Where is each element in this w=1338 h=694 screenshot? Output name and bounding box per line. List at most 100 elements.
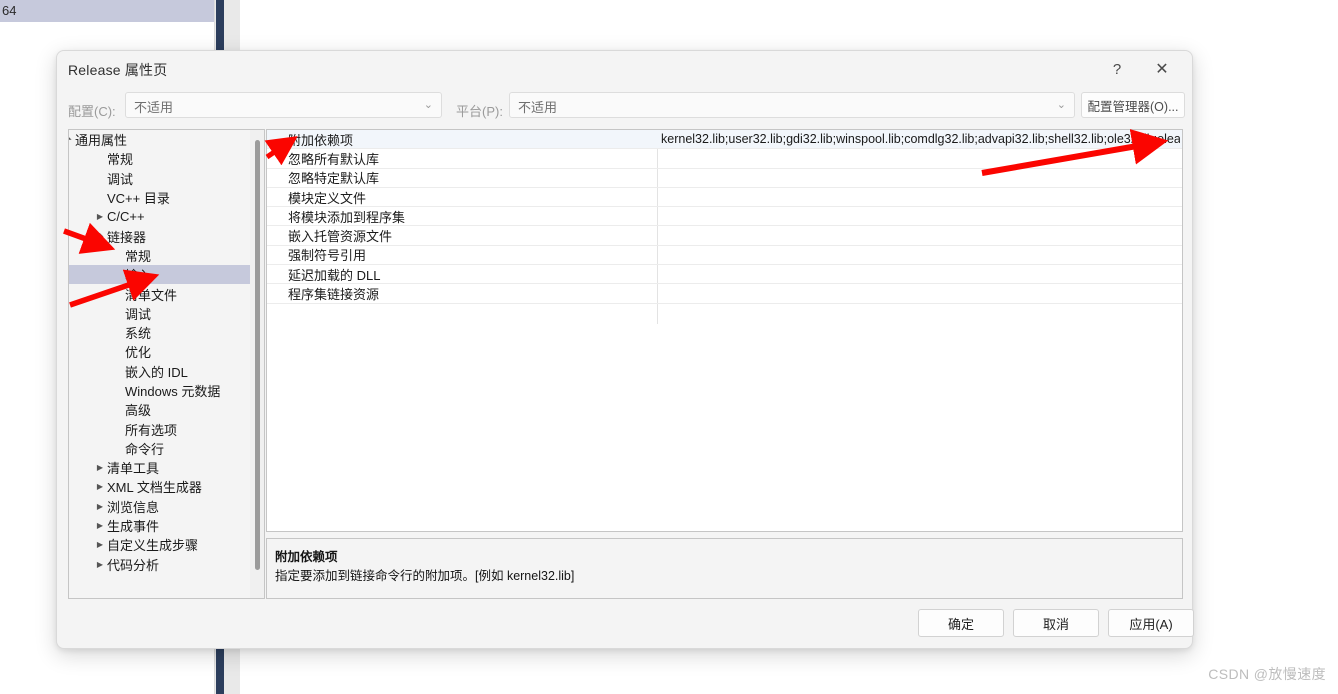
tree-item-label: 命令行: [125, 441, 165, 457]
tree-item[interactable]: 调试: [69, 169, 264, 188]
ok-button[interactable]: 确定: [918, 609, 1004, 637]
property-grid-row[interactable]: 程序集链接资源: [267, 284, 1182, 304]
tree-item[interactable]: ▶ C/C++: [69, 207, 264, 226]
tree-item-label: 自定义生成步骤: [107, 538, 199, 554]
tree-item-label: 高级: [125, 403, 152, 419]
tree-item-label: 优化: [125, 345, 152, 361]
tree-item-label: 常规: [107, 152, 134, 168]
chevron-right-icon[interactable]: ▶: [93, 555, 107, 574]
tree-item[interactable]: ▶ 代码分析: [69, 555, 264, 574]
configuration-dropdown[interactable]: 不适用 ⌄: [125, 92, 442, 118]
tree-item[interactable]: 输入: [69, 265, 264, 285]
tree-item[interactable]: ▶ XML 文档生成器: [69, 477, 264, 496]
tree-item[interactable]: ◢ 链接器: [69, 226, 264, 245]
property-tree-panel: ◢ 通用属性 常规 调试 VC++ 目录 ▶ C/C++ ◢ 链接器 常规 输入 清单文件 调试 系统 优化…: [68, 129, 265, 599]
tree-item[interactable]: ◢ 通用属性: [69, 130, 264, 149]
configuration-label: 配置(C):: [68, 104, 116, 119]
tree-item[interactable]: 所有选项: [69, 419, 264, 438]
property-name: 将模块添加到程序集: [288, 209, 406, 225]
description-text: 指定要添加到链接命令行的附加项。[例如 kernel32.lib]: [275, 569, 575, 583]
chevron-right-icon[interactable]: ▶: [93, 207, 107, 226]
chevron-right-icon[interactable]: ▶: [93, 477, 107, 496]
close-icon[interactable]: ✕: [1142, 55, 1182, 83]
tree-item[interactable]: 命令行: [69, 439, 264, 458]
chevron-right-icon[interactable]: ▶: [93, 497, 107, 516]
property-name: 忽略特定默认库: [288, 171, 380, 187]
tree-item[interactable]: 常规: [69, 149, 264, 168]
dialog-titlebar: Release 属性页 ? ✕: [57, 51, 1192, 87]
tree-item-label: 所有选项: [125, 422, 178, 438]
property-tree-list: ◢ 通用属性 常规 调试 VC++ 目录 ▶ C/C++ ◢ 链接器 常规 输入 清单文件 调试 系统 优化…: [69, 130, 264, 574]
property-name: 程序集链接资源: [288, 287, 380, 303]
tree-item[interactable]: VC++ 目录: [69, 188, 264, 207]
tree-item-label: 清单文件: [125, 287, 178, 303]
tree-item-label: 浏览信息: [107, 499, 160, 515]
tree-item[interactable]: 常规: [69, 246, 264, 265]
tree-item-label: 输入: [125, 268, 152, 284]
tree-item[interactable]: ▶ 清单工具: [69, 458, 264, 477]
tree-item[interactable]: ▶ 生成事件: [69, 516, 264, 535]
property-grid: 附加依赖项 kernel32.lib;user32.lib;gdi32.lib;w…: [266, 129, 1183, 532]
tree-item[interactable]: 高级: [69, 400, 264, 419]
property-name: 强制符号引用: [288, 248, 367, 264]
tree-item[interactable]: ▶ 浏览信息: [69, 497, 264, 516]
configuration-manager-button[interactable]: 配置管理器(O)...: [1081, 92, 1185, 118]
property-name: 附加依赖项: [288, 132, 354, 148]
property-grid-row[interactable]: 忽略特定默认库: [267, 169, 1182, 188]
property-grid-row[interactable]: 附加依赖项 kernel32.lib;user32.lib;gdi32.lib;w…: [267, 130, 1182, 150]
chevron-right-icon[interactable]: ▶: [93, 516, 107, 535]
chevron-right-icon[interactable]: ▶: [93, 535, 107, 554]
tree-scrollbar-track[interactable]: [250, 130, 264, 598]
property-name: 延迟加载的 DLL: [288, 267, 381, 283]
property-pages-dialog: Release 属性页 ? ✕ 配置(C): 不适用 ⌄ 平台(P): 不适用 …: [56, 50, 1194, 649]
tree-item-label: 代码分析: [107, 557, 160, 573]
tree-item-label: Windows 元数据: [125, 384, 221, 399]
configuration-row: 配置(C): 不适用 ⌄ 平台(P): 不适用 ⌄ 配置管理器(O)...: [57, 89, 1192, 129]
tree-item-label: 常规: [125, 248, 152, 264]
configuration-value: 不适用: [134, 100, 174, 115]
tree-item[interactable]: 清单文件: [69, 284, 264, 303]
chevron-down-icon: ⌄: [1056, 99, 1066, 111]
tree-item-label: 清单工具: [107, 461, 160, 477]
apply-button[interactable]: 应用(A): [1108, 609, 1194, 637]
description-title: 附加依赖项: [275, 550, 338, 564]
tree-item[interactable]: 嵌入的 IDL: [69, 362, 264, 381]
tree-item[interactable]: 优化: [69, 342, 264, 361]
tree-item-label: 链接器: [107, 229, 147, 245]
platform-label: 平台(P):: [456, 104, 503, 119]
help-icon[interactable]: ?: [1097, 55, 1137, 83]
chevron-right-icon[interactable]: ▶: [93, 458, 107, 477]
tree-item-label: 通用属性: [75, 133, 128, 149]
dialog-title: Release 属性页: [68, 62, 168, 78]
tree-item[interactable]: Windows 元数据: [69, 381, 264, 400]
property-grid-row[interactable]: 嵌入托管资源文件: [267, 226, 1182, 246]
tree-item-label: 嵌入的 IDL: [125, 364, 188, 380]
platform-value: 不适用: [518, 100, 558, 115]
tree-item-label: 系统: [125, 326, 152, 342]
tree-item-label: 调试: [125, 306, 152, 322]
tree-item-label: C/C++: [107, 209, 145, 225]
property-grid-row[interactable]: 将模块添加到程序集: [267, 207, 1182, 227]
property-grid-rows: 附加依赖项 kernel32.lib;user32.lib;gdi32.lib;w…: [267, 130, 1182, 304]
tree-item[interactable]: 系统: [69, 323, 264, 342]
watermark: CSDN @放慢速度: [1208, 666, 1326, 682]
tree-item-label: XML 文档生成器: [107, 480, 202, 496]
tree-item-label: 调试: [107, 171, 134, 187]
tree-scrollbar-thumb[interactable]: [255, 140, 260, 570]
editor-selected-line: [0, 0, 216, 22]
cancel-button[interactable]: 取消: [1013, 609, 1099, 637]
description-pane: 附加依赖项 指定要添加到链接命令行的附加项。[例如 kernel32.lib]: [266, 538, 1183, 599]
tree-item-label: 生成事件: [107, 519, 160, 535]
chevron-down-icon: ⌄: [423, 99, 433, 111]
tree-item[interactable]: ▶ 自定义生成步骤: [69, 535, 264, 554]
property-grid-row[interactable]: 忽略所有默认库: [267, 149, 1182, 169]
tree-item[interactable]: 调试: [69, 304, 264, 323]
property-value[interactable]: kernel32.lib;user32.lib;gdi32.lib;winspo…: [661, 132, 1180, 146]
tree-item-label: VC++ 目录: [107, 191, 170, 207]
property-grid-row[interactable]: 模块定义文件: [267, 188, 1182, 208]
platform-dropdown[interactable]: 不适用 ⌄: [509, 92, 1075, 118]
property-grid-row[interactable]: 强制符号引用: [267, 246, 1182, 266]
property-grid-row[interactable]: 延迟加载的 DLL: [267, 265, 1182, 285]
editor-line-number: 64: [2, 3, 17, 18]
property-name: 忽略所有默认库: [288, 151, 380, 167]
